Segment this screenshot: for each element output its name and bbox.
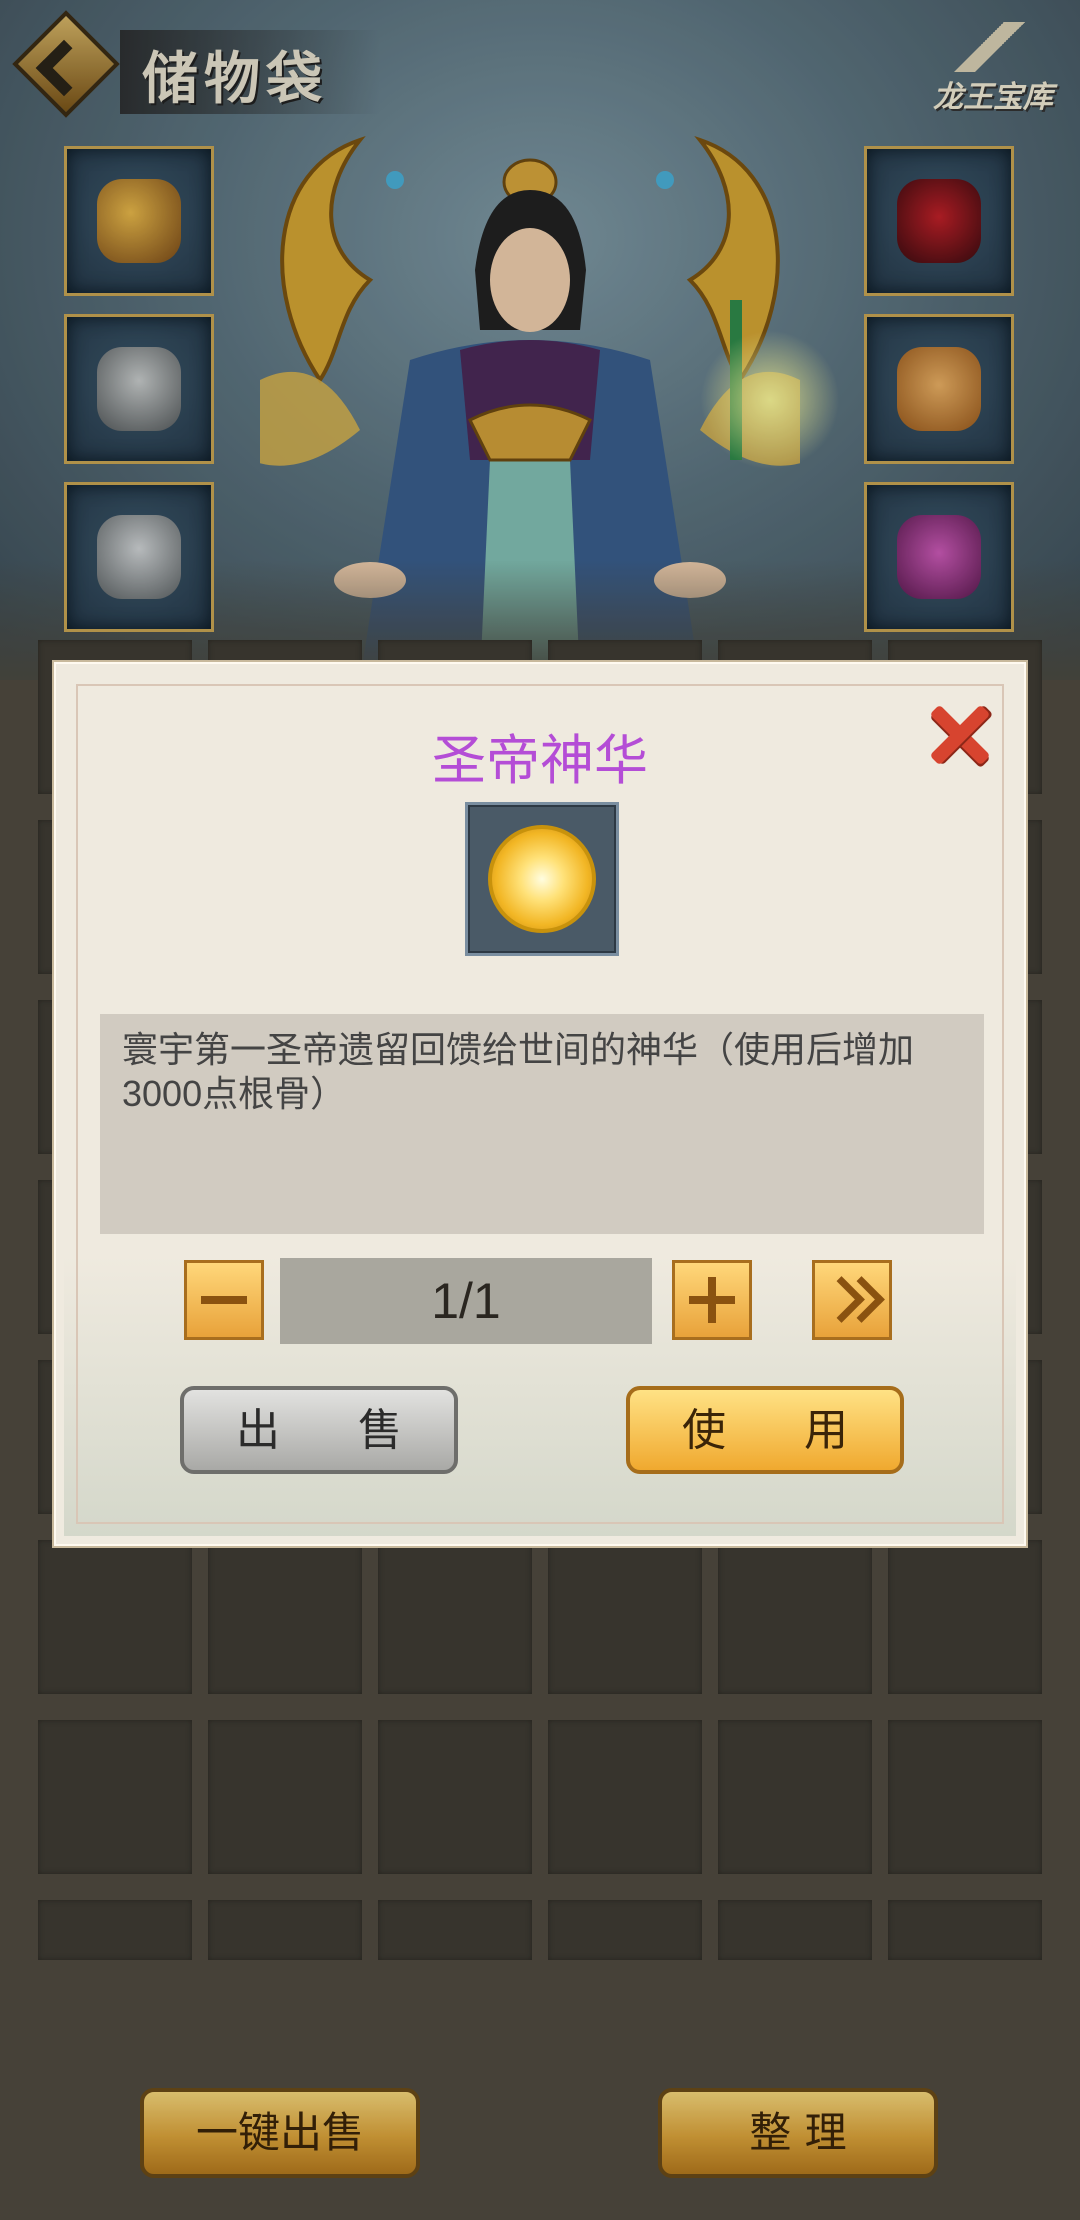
decrease-quantity-button[interactable] (184, 1260, 264, 1340)
quantity-field: 1/1 (280, 1258, 652, 1344)
item-description: 寰宇第一圣帝遗留回馈给世间的神华（使用后增加3000点根骨） (100, 1014, 984, 1234)
use-button[interactable]: 使 用 (626, 1386, 904, 1474)
sell-button[interactable]: 出 售 (180, 1386, 458, 1474)
increase-quantity-button[interactable] (672, 1260, 752, 1340)
item-name: 圣帝神华 (432, 731, 648, 791)
minus-icon (201, 1296, 247, 1304)
item-detail-dialog: 圣帝神华 寰宇第一圣帝遗留回馈给世间的神华（使用后增加3000点根骨） 1/1 … (52, 660, 1028, 1548)
close-button[interactable] (928, 702, 992, 766)
plus-icon-vertical (708, 1277, 716, 1323)
max-quantity-button[interactable] (812, 1260, 892, 1340)
golden-orb-icon (488, 825, 596, 933)
item-icon-slot (465, 802, 619, 956)
